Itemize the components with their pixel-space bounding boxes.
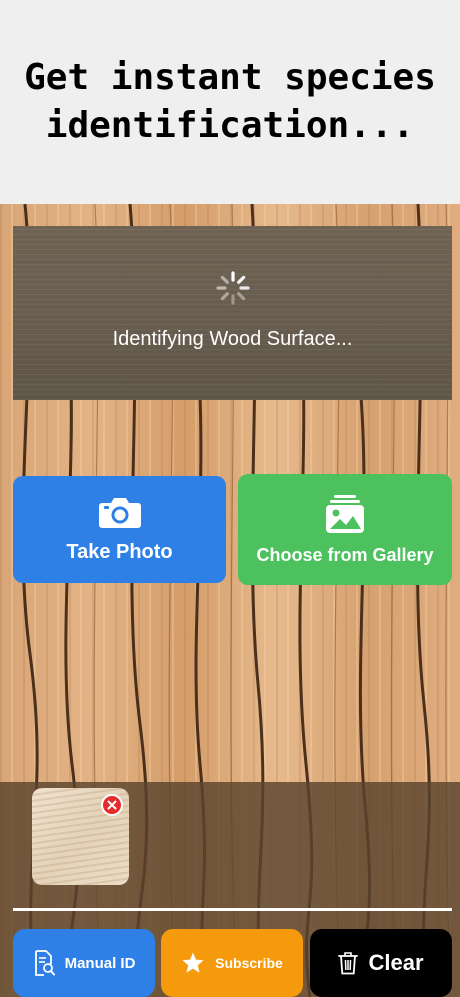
subscribe-label: Subscribe [215, 955, 283, 971]
clear-label: Clear [368, 950, 424, 975]
choose-from-gallery-button[interactable]: Choose from Gallery [238, 474, 452, 585]
page-title: Get instant species identification... [24, 57, 436, 146]
photo-gallery-icon [325, 494, 365, 539]
take-photo-button[interactable]: Take Photo [13, 476, 226, 583]
trash-icon [338, 951, 359, 975]
star-icon [181, 951, 205, 975]
loading-spinner-icon [215, 270, 250, 305]
close-icon [107, 800, 117, 810]
clear-button[interactable]: Clear [310, 929, 452, 997]
divider [13, 908, 452, 911]
take-photo-label: Take Photo [66, 541, 173, 563]
scan-status-text: Identifying Wood Surface... [112, 327, 353, 350]
subscribe-button[interactable]: Subscribe [161, 929, 303, 997]
header: Get instant species identification... [0, 0, 460, 204]
manual-id-button[interactable]: Manual ID [13, 929, 155, 997]
remove-image-button[interactable] [101, 794, 123, 816]
manual-id-label: Manual ID [64, 954, 136, 972]
camera-icon [98, 495, 142, 535]
scan-preview-card: Identifying Wood Surface... [13, 226, 452, 400]
document-search-icon [33, 950, 55, 976]
choose-from-gallery-label: Choose from Gallery [256, 544, 434, 565]
